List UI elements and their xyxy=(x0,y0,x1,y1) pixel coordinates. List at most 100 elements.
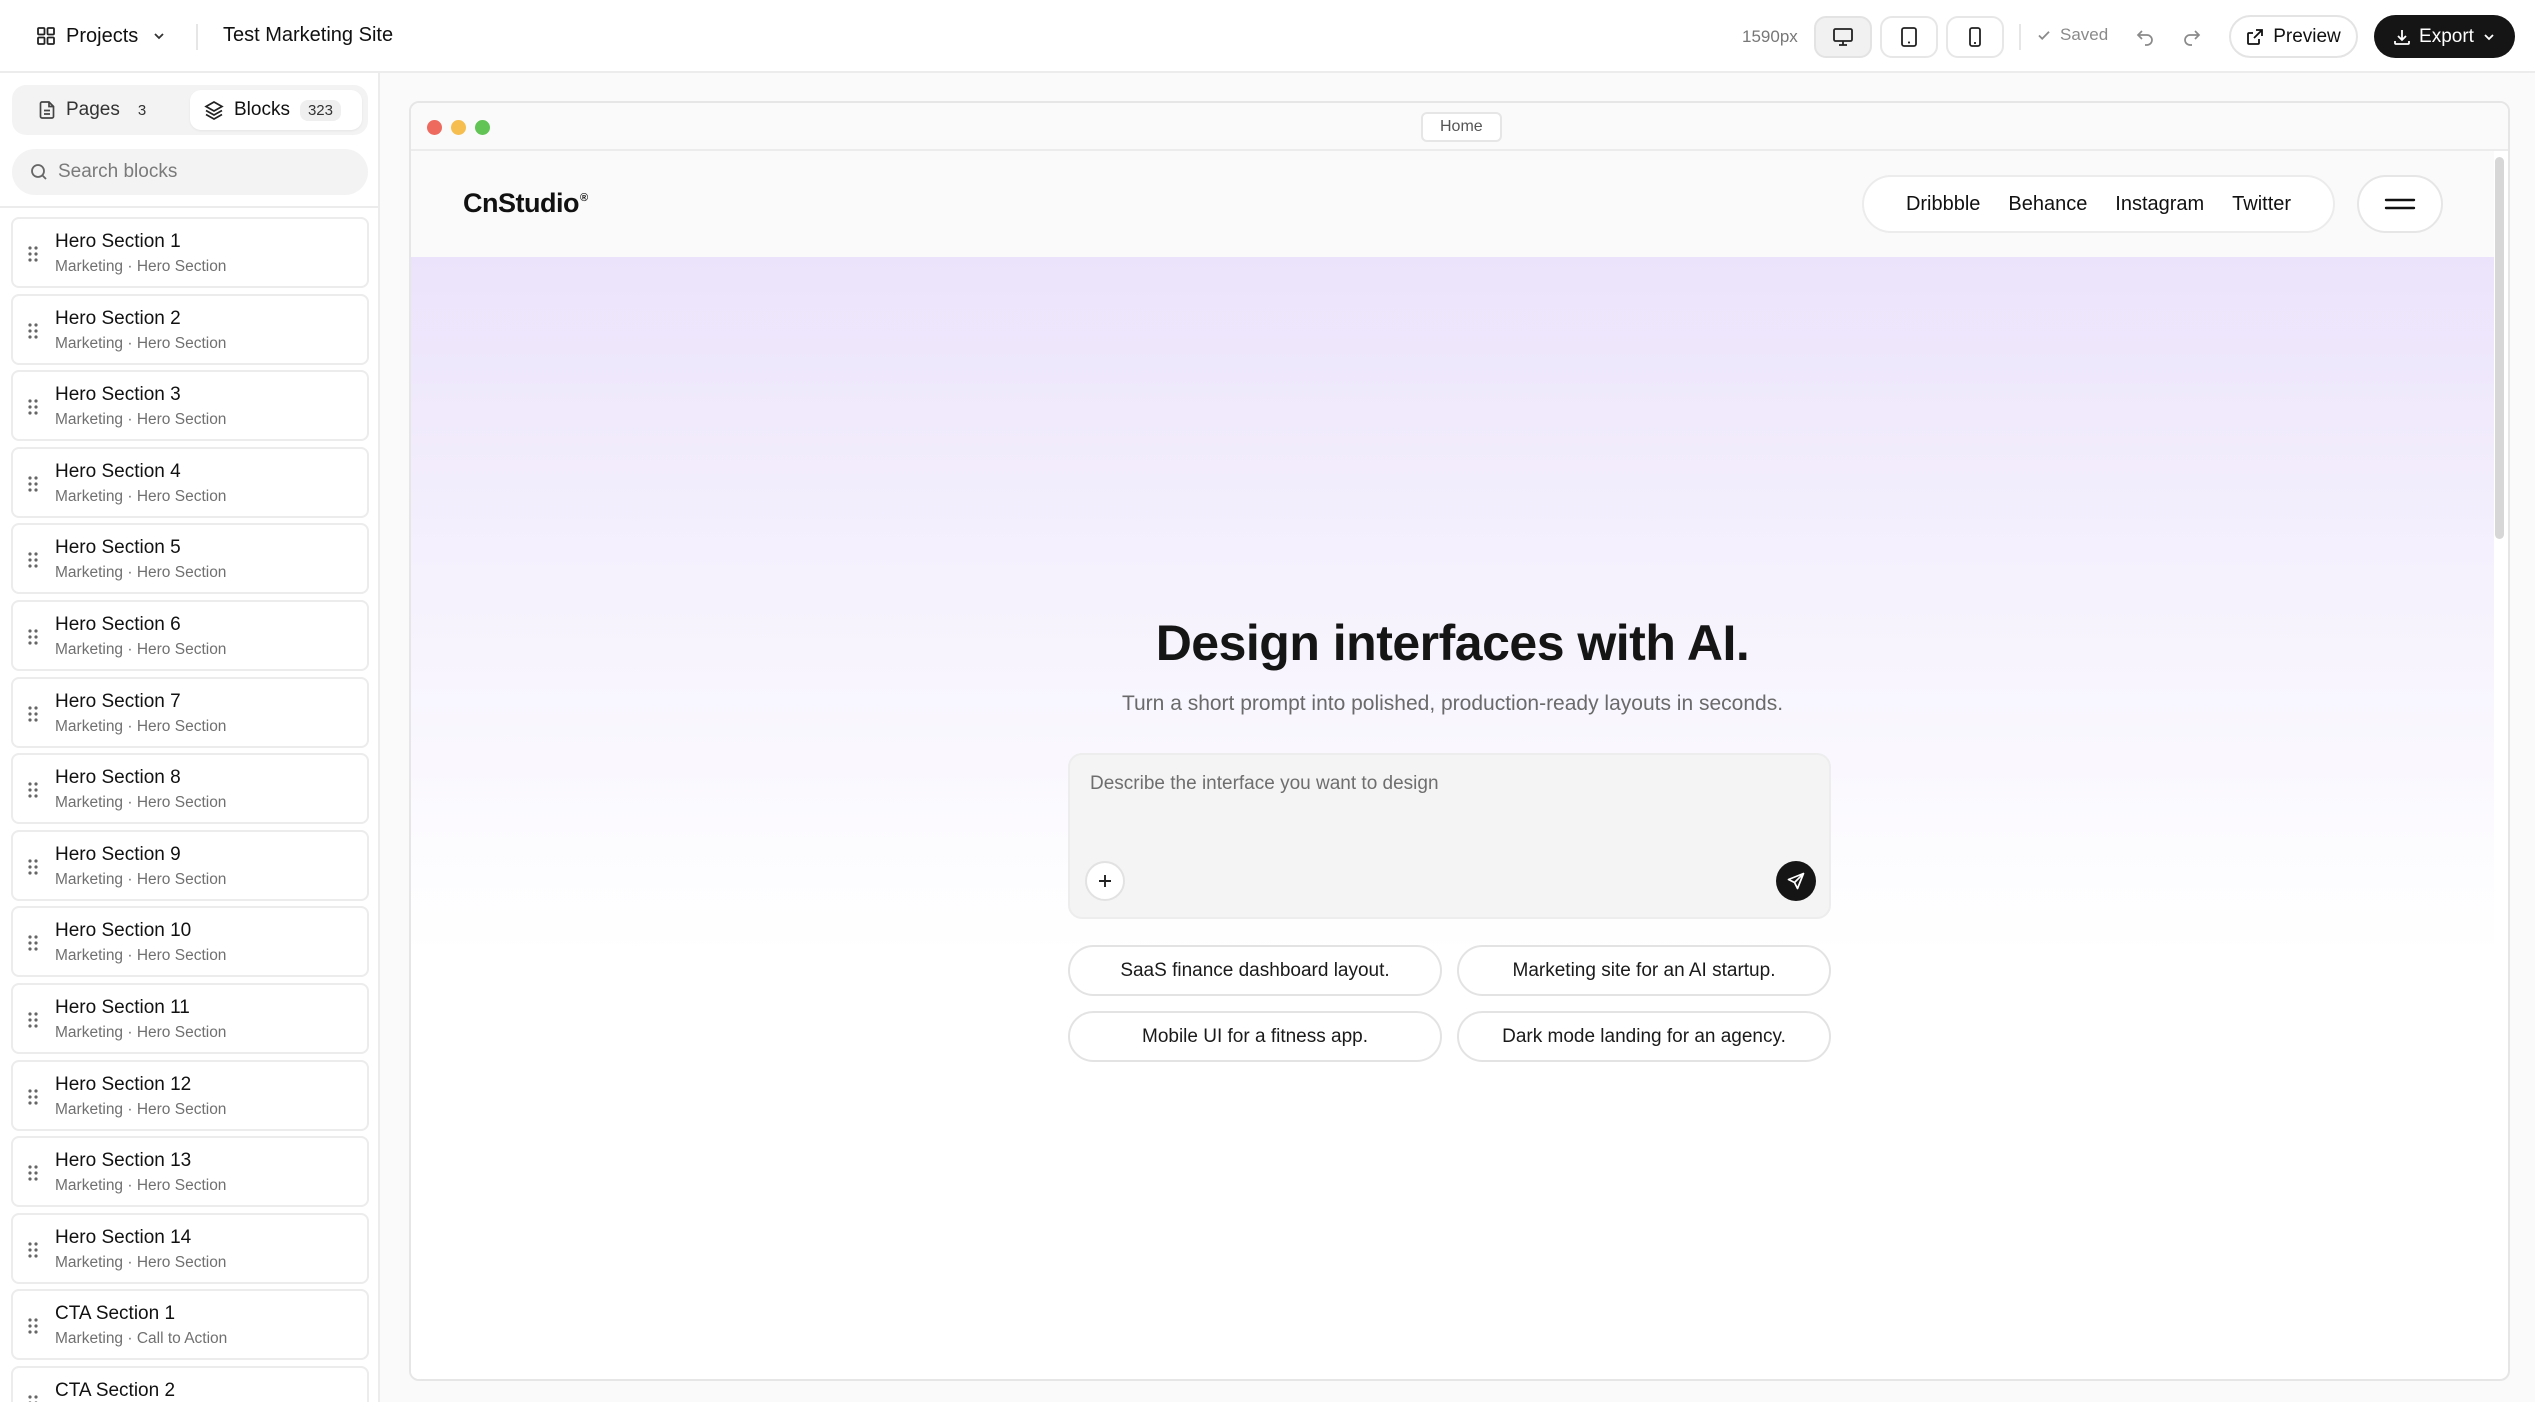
drag-handle-icon[interactable] xyxy=(27,628,39,646)
grid-icon xyxy=(36,26,56,46)
registered-mark: ® xyxy=(579,192,588,204)
drag-handle-icon[interactable] xyxy=(27,1394,39,1402)
export-label: Export xyxy=(2419,25,2474,47)
list-item[interactable]: Hero Section 9 Marketing · Hero Section xyxy=(11,829,369,901)
site-logo[interactable]: CnStudio® xyxy=(463,188,588,219)
menu-button[interactable] xyxy=(2357,175,2443,233)
send-button[interactable] xyxy=(1776,861,1816,901)
drag-handle-icon[interactable] xyxy=(27,475,39,493)
list-item[interactable]: Hero Section 8 Marketing · Hero Section xyxy=(11,753,369,825)
sidebar: Pages 3 Blocks 323 Hero Section 1 Marketi… xyxy=(0,73,380,1402)
block-category: Marketing · Hero Section xyxy=(55,1177,227,1195)
redo-icon xyxy=(2182,27,2202,47)
list-item[interactable]: Hero Section 2 Marketing · Hero Section xyxy=(11,293,369,365)
drag-handle-icon[interactable] xyxy=(27,1164,39,1182)
drag-handle-icon[interactable] xyxy=(27,705,39,723)
block-name: Hero Section 4 xyxy=(55,460,181,482)
block-list: Hero Section 1 Marketing · Hero Section He… xyxy=(11,217,369,1402)
monitor-icon xyxy=(1832,27,1854,47)
block-name: Hero Section 1 xyxy=(55,231,181,252)
device-tablet-button[interactable] xyxy=(1880,16,1938,58)
drag-handle-icon[interactable] xyxy=(27,1011,39,1029)
undo-icon xyxy=(2135,27,2155,47)
preview-button[interactable]: Preview xyxy=(2229,15,2358,58)
sidebar-divider xyxy=(0,206,378,208)
suggestion-chip[interactable]: Dark mode landing for an agency. xyxy=(1457,1011,1831,1062)
list-item[interactable]: Hero Section 6 Marketing · Hero Section xyxy=(11,599,369,671)
nav-link-twitter[interactable]: Twitter xyxy=(2232,193,2291,216)
undo-button[interactable] xyxy=(2130,22,2160,52)
nav-link-dribbble[interactable]: Dribbble xyxy=(1906,193,1980,216)
device-desktop-button[interactable] xyxy=(1814,16,1872,58)
redo-button[interactable] xyxy=(2177,22,2207,52)
drag-handle-icon[interactable] xyxy=(27,858,39,876)
projects-label: Projects xyxy=(66,24,139,47)
hamburger-menu-icon xyxy=(2383,195,2417,213)
hero-subtitle: Turn a short prompt into polished, produ… xyxy=(1121,692,1784,715)
canvas-scrollbar[interactable] xyxy=(2495,157,2504,539)
drag-handle-icon[interactable] xyxy=(27,1241,39,1259)
page-label: Home xyxy=(1421,112,1502,142)
list-item[interactable]: CTA Section 2Marketing · Call to Action xyxy=(11,1365,369,1402)
drag-handle-icon[interactable] xyxy=(27,551,39,569)
device-mobile-button[interactable] xyxy=(1946,16,2004,58)
send-icon xyxy=(1786,871,1806,891)
list-item[interactable]: Hero Section 4 Marketing · Hero Section xyxy=(11,446,369,518)
block-name: Hero Section 13 xyxy=(55,1150,192,1172)
block-name: CTA Section 2 xyxy=(55,1379,176,1401)
export-button[interactable]: Export xyxy=(2374,15,2515,58)
list-item[interactable]: Hero Section 14 Marketing · Hero Section xyxy=(11,1212,369,1284)
topbar-divider xyxy=(196,24,198,50)
drag-handle-icon[interactable] xyxy=(27,781,39,799)
drag-handle-icon[interactable] xyxy=(27,398,39,416)
block-name: Hero Section 5 xyxy=(55,537,181,559)
nav-link-instagram[interactable]: Instagram xyxy=(2115,193,2204,216)
nav-link-behance[interactable]: Behance xyxy=(2008,193,2087,216)
tab-pages[interactable]: Pages 3 xyxy=(24,90,186,130)
prompt-input[interactable] xyxy=(1090,773,1810,843)
prompt-box xyxy=(1068,753,1831,919)
block-name: Hero Section 8 xyxy=(55,767,181,789)
block-category: Marketing · Hero Section xyxy=(55,947,227,965)
suggestion-chip[interactable]: SaaS finance dashboard layout. xyxy=(1068,945,1442,996)
attach-button[interactable] xyxy=(1085,861,1125,901)
search-input[interactable] xyxy=(58,161,338,183)
top-bar: Projects Test Marketing Site 1590px Save… xyxy=(0,0,2535,73)
list-item[interactable]: Hero Section 11 Marketing · Hero Section xyxy=(11,982,369,1054)
block-category: Marketing · Hero Section xyxy=(55,794,227,812)
browser-frame: Home CnStudio® Dribbble Behance Instagra… xyxy=(409,101,2510,1381)
topbar-divider xyxy=(2019,24,2021,50)
site-logo-text: CnStudio xyxy=(463,188,579,218)
drag-handle-icon[interactable] xyxy=(27,1317,39,1335)
drag-handle-icon[interactable] xyxy=(27,322,39,340)
window-maximize-dot xyxy=(475,120,490,135)
drag-handle-icon[interactable] xyxy=(27,245,39,263)
list-item[interactable]: Hero Section 12 Marketing · Hero Section xyxy=(11,1059,369,1131)
block-name: Hero Section 10 xyxy=(55,920,192,942)
tab-blocks-label: Blocks xyxy=(234,99,290,120)
check-icon xyxy=(2036,27,2052,43)
list-item[interactable]: Hero Section 5 Marketing · Hero Section xyxy=(11,523,369,595)
list-item[interactable]: Hero Section 7 Marketing · Hero Section xyxy=(11,676,369,748)
layers-icon xyxy=(204,100,224,120)
drag-handle-icon[interactable] xyxy=(27,934,39,952)
list-item[interactable]: CTA Section 1 Marketing · Call to Action xyxy=(11,1289,369,1361)
list-item[interactable]: Hero Section 3 Marketing · Hero Section xyxy=(11,370,369,442)
block-category: Marketing · Hero Section xyxy=(55,564,227,582)
drag-handle-icon[interactable] xyxy=(27,1088,39,1106)
list-item[interactable]: Hero Section 1 Marketing · Hero Section xyxy=(11,217,369,288)
sidebar-tabs: Pages 3 Blocks 323 xyxy=(12,85,368,135)
window-minimize-dot xyxy=(451,120,466,135)
list-item[interactable]: Hero Section 13 Marketing · Hero Section xyxy=(11,1136,369,1208)
suggestion-chip[interactable]: Marketing site for an AI startup. xyxy=(1457,945,1831,996)
block-category: Marketing · Hero Section xyxy=(55,1023,227,1041)
tablet-icon xyxy=(1900,26,1918,48)
list-item[interactable]: Hero Section 10 Marketing · Hero Section xyxy=(11,906,369,978)
tab-blocks[interactable]: Blocks 323 xyxy=(190,90,362,130)
suggestion-chip[interactable]: Mobile UI for a fitness app. xyxy=(1068,1011,1442,1062)
phone-icon xyxy=(1968,26,1982,48)
blocks-count-badge: 323 xyxy=(299,99,341,121)
block-category: Marketing · Hero Section xyxy=(55,870,227,888)
projects-menu-button[interactable]: Projects xyxy=(36,18,166,54)
plus-icon xyxy=(1096,872,1114,890)
